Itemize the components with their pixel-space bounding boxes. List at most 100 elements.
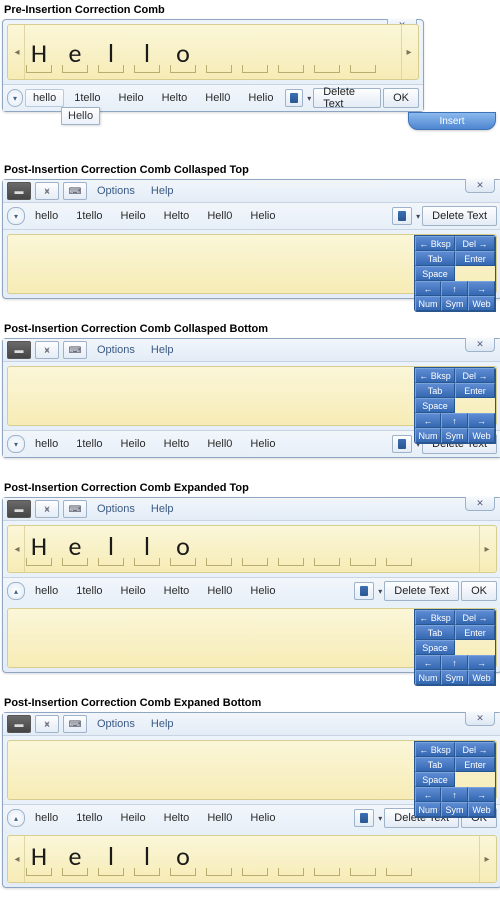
- key-up[interactable]: ↑: [441, 413, 468, 428]
- suggestion-item[interactable]: Helto: [156, 435, 198, 453]
- expander-button[interactable]: ▾: [7, 207, 25, 225]
- scroll-left-button[interactable]: ◂: [10, 25, 25, 79]
- suggestion-item[interactable]: Helio: [242, 809, 283, 827]
- key-right[interactable]: →: [468, 413, 495, 428]
- key-tab[interactable]: Tab: [415, 757, 455, 772]
- key-up[interactable]: ↑: [441, 655, 468, 670]
- comb-cell[interactable]: [278, 531, 304, 566]
- comb-cell[interactable]: l: [134, 841, 160, 876]
- key-delete[interactable]: Del →: [455, 236, 495, 251]
- comb-cell[interactable]: l: [134, 38, 160, 73]
- suggestion-item[interactable]: hello: [27, 207, 66, 225]
- handwriting-comb[interactable]: ◂ ▸ H e l l o: [7, 525, 497, 573]
- options-menu[interactable]: Options: [91, 185, 141, 197]
- expander-button[interactable]: ▴: [7, 582, 25, 600]
- comb-cell[interactable]: e: [62, 38, 88, 73]
- key-enter[interactable]: Enter: [455, 757, 495, 772]
- key-tab[interactable]: Tab: [415, 625, 455, 640]
- writing-area[interactable]: ← Bksp Del → Tab Enter Space ← ↑ → Num S…: [7, 234, 497, 294]
- help-menu[interactable]: Help: [145, 185, 180, 197]
- ok-button[interactable]: OK: [461, 581, 497, 601]
- suggestion-item[interactable]: Heilo: [113, 582, 154, 600]
- comb-cell[interactable]: [350, 841, 376, 876]
- suggestion-item[interactable]: Hell0: [197, 89, 238, 107]
- comb-cell[interactable]: [314, 841, 340, 876]
- suggestion-item[interactable]: Helio: [242, 582, 283, 600]
- key-backspace[interactable]: ← Bksp: [415, 742, 455, 757]
- suggestion-item[interactable]: Helto: [156, 582, 198, 600]
- ok-button[interactable]: OK: [383, 88, 419, 108]
- scroll-right-button[interactable]: ▸: [401, 25, 416, 79]
- dictionary-button[interactable]: [392, 207, 412, 225]
- key-enter[interactable]: Enter: [455, 383, 495, 398]
- key-space[interactable]: Space: [415, 266, 455, 281]
- suggestion-item[interactable]: hello: [27, 582, 66, 600]
- options-menu[interactable]: Options: [91, 503, 141, 515]
- key-web[interactable]: Web: [468, 428, 495, 443]
- options-menu[interactable]: Options: [91, 718, 141, 730]
- key-left[interactable]: ←: [415, 413, 441, 428]
- expander-button[interactable]: ▾: [7, 435, 25, 453]
- key-sym[interactable]: Sym: [441, 670, 468, 685]
- key-left[interactable]: ←: [415, 281, 441, 296]
- suggestion-item[interactable]: hello: [25, 89, 64, 107]
- writing-area[interactable]: ← Bksp Del → Tab Enter Space ← ↑ → Num S…: [7, 740, 497, 800]
- key-delete[interactable]: Del →: [455, 742, 495, 757]
- comb-cell[interactable]: [314, 531, 340, 566]
- suggestion-item[interactable]: Helto: [156, 207, 198, 225]
- comb-cell[interactable]: [206, 841, 232, 876]
- comb-cell[interactable]: [242, 841, 268, 876]
- comb-cell[interactable]: l: [98, 531, 124, 566]
- key-delete[interactable]: Del →: [455, 610, 495, 625]
- dictionary-button[interactable]: [285, 89, 303, 107]
- delete-text-button[interactable]: Delete Text: [384, 581, 459, 601]
- key-space[interactable]: Space: [415, 640, 455, 655]
- comb-cell[interactable]: l: [98, 38, 124, 73]
- onscreen-keyboard-button[interactable]: ⌨: [63, 182, 87, 200]
- suggestion-item[interactable]: 1tello: [68, 207, 110, 225]
- key-left[interactable]: ←: [415, 655, 441, 670]
- scroll-right-button[interactable]: ▸: [479, 836, 494, 882]
- comb-cell[interactable]: H: [26, 531, 52, 566]
- comb-cell[interactable]: o: [170, 841, 196, 876]
- dictionary-button[interactable]: [354, 582, 374, 600]
- onscreen-keyboard-button[interactable]: ⌨: [63, 715, 87, 733]
- expander-button[interactable]: ▾: [7, 89, 23, 107]
- key-space[interactable]: Space: [415, 772, 455, 787]
- suggestion-item[interactable]: hello: [27, 435, 66, 453]
- comb-cell[interactable]: [242, 38, 268, 73]
- key-delete[interactable]: Del →: [455, 368, 495, 383]
- writing-pad-button[interactable]: ▬: [7, 715, 31, 733]
- suggestion-item[interactable]: Helto: [154, 89, 196, 107]
- key-backspace[interactable]: ← Bksp: [415, 610, 455, 625]
- help-menu[interactable]: Help: [145, 344, 180, 356]
- key-sym[interactable]: Sym: [441, 428, 468, 443]
- comb-cell[interactable]: [386, 841, 412, 876]
- suggestion-item[interactable]: 1tello: [66, 89, 108, 107]
- suggestion-item[interactable]: Heilo: [113, 435, 154, 453]
- suggestion-item[interactable]: Heilo: [113, 207, 154, 225]
- comb-cell[interactable]: [278, 38, 304, 73]
- scroll-left-button[interactable]: ◂: [10, 836, 25, 882]
- key-left[interactable]: ←: [415, 787, 441, 802]
- suggestion-item[interactable]: Helio: [242, 435, 283, 453]
- key-space[interactable]: Space: [415, 398, 455, 413]
- comb-cell[interactable]: [206, 531, 232, 566]
- help-menu[interactable]: Help: [145, 503, 180, 515]
- delete-text-button[interactable]: Delete Text: [422, 206, 497, 226]
- comb-cell[interactable]: H: [26, 841, 52, 876]
- suggestion-item[interactable]: Helio: [242, 207, 283, 225]
- comb-cell[interactable]: [386, 531, 412, 566]
- comb-cell[interactable]: H: [26, 38, 52, 73]
- character-pad-button[interactable]: ⩙: [35, 341, 59, 359]
- delete-text-button[interactable]: Delete Text: [313, 88, 381, 108]
- suggestion-item[interactable]: Hell0: [199, 809, 240, 827]
- comb-cell[interactable]: [278, 841, 304, 876]
- handwriting-comb[interactable]: ◂ ▸ H e l l o: [7, 24, 419, 80]
- comb-cell[interactable]: [314, 38, 340, 73]
- key-web[interactable]: Web: [468, 296, 495, 311]
- key-tab[interactable]: Tab: [415, 251, 455, 266]
- key-enter[interactable]: Enter: [455, 251, 495, 266]
- comb-cell[interactable]: l: [98, 841, 124, 876]
- key-up[interactable]: ↑: [441, 787, 468, 802]
